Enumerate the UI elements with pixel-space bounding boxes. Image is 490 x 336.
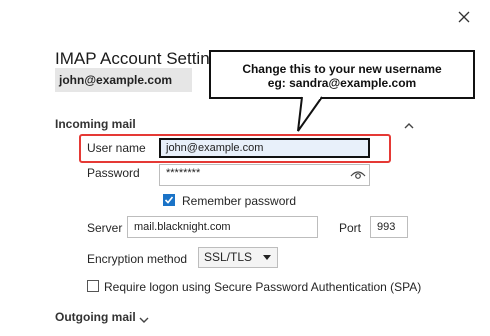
expand-outgoing-button[interactable]	[139, 311, 149, 329]
instruction-callout: Change this to your new username eg: san…	[209, 50, 475, 99]
incoming-mail-header: Incoming mail	[55, 117, 136, 131]
close-icon	[458, 11, 470, 23]
username-label: User name	[87, 141, 146, 155]
account-email: john@example.com	[55, 68, 192, 92]
password-value: ********	[166, 167, 201, 179]
chevron-up-icon	[404, 123, 414, 129]
callout-line-2: eg: sandra@example.com	[267, 76, 417, 90]
dialog-title: IMAP Account Settings	[55, 49, 228, 68]
spa-checkbox[interactable]	[87, 280, 99, 292]
chevron-down-icon	[139, 317, 149, 323]
server-label: Server	[87, 221, 123, 235]
reveal-password-button[interactable]	[350, 168, 366, 186]
collapse-incoming-button[interactable]	[404, 117, 414, 135]
remember-password-checkbox[interactable]	[163, 194, 175, 206]
encryption-select[interactable]: SSL/TLS	[198, 247, 278, 268]
password-input[interactable]: ********	[159, 164, 370, 186]
encryption-label: Encryption method	[87, 252, 188, 266]
checkmark-icon	[164, 196, 174, 204]
caret-down-icon	[263, 255, 271, 260]
encryption-value: SSL/TLS	[204, 250, 253, 264]
eye-icon	[350, 171, 366, 179]
port-label: Port	[339, 221, 362, 235]
callout-line-1: Change this to your new username	[242, 62, 442, 76]
password-label: Password	[87, 166, 140, 180]
outgoing-mail-header: Outgoing mail	[55, 310, 136, 324]
close-button[interactable]	[452, 6, 476, 28]
username-input[interactable]: john@example.com	[159, 138, 370, 158]
remember-password-label: Remember password	[182, 194, 297, 208]
port-input[interactable]: 993	[370, 216, 408, 238]
callout-pointer	[297, 96, 323, 132]
spa-label: Require logon using Secure Password Auth…	[104, 280, 422, 294]
server-input[interactable]: mail.blacknight.com	[127, 216, 318, 238]
